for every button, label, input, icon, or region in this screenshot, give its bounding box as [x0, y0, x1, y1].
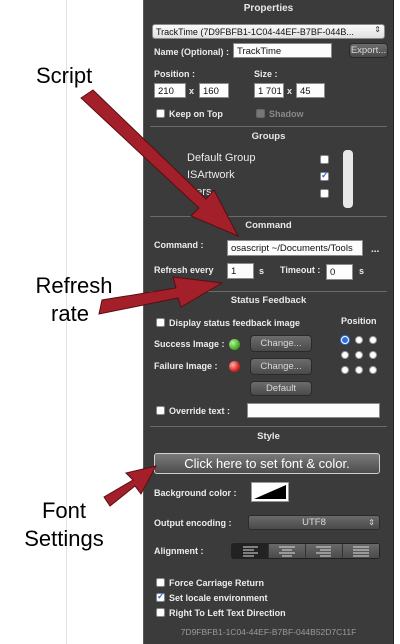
annotation-arrows: [80, 89, 240, 507]
arrow-refresh-icon: [98, 276, 224, 315]
arrow-font-icon: [103, 465, 157, 507]
arrow-script-icon: [80, 89, 240, 238]
